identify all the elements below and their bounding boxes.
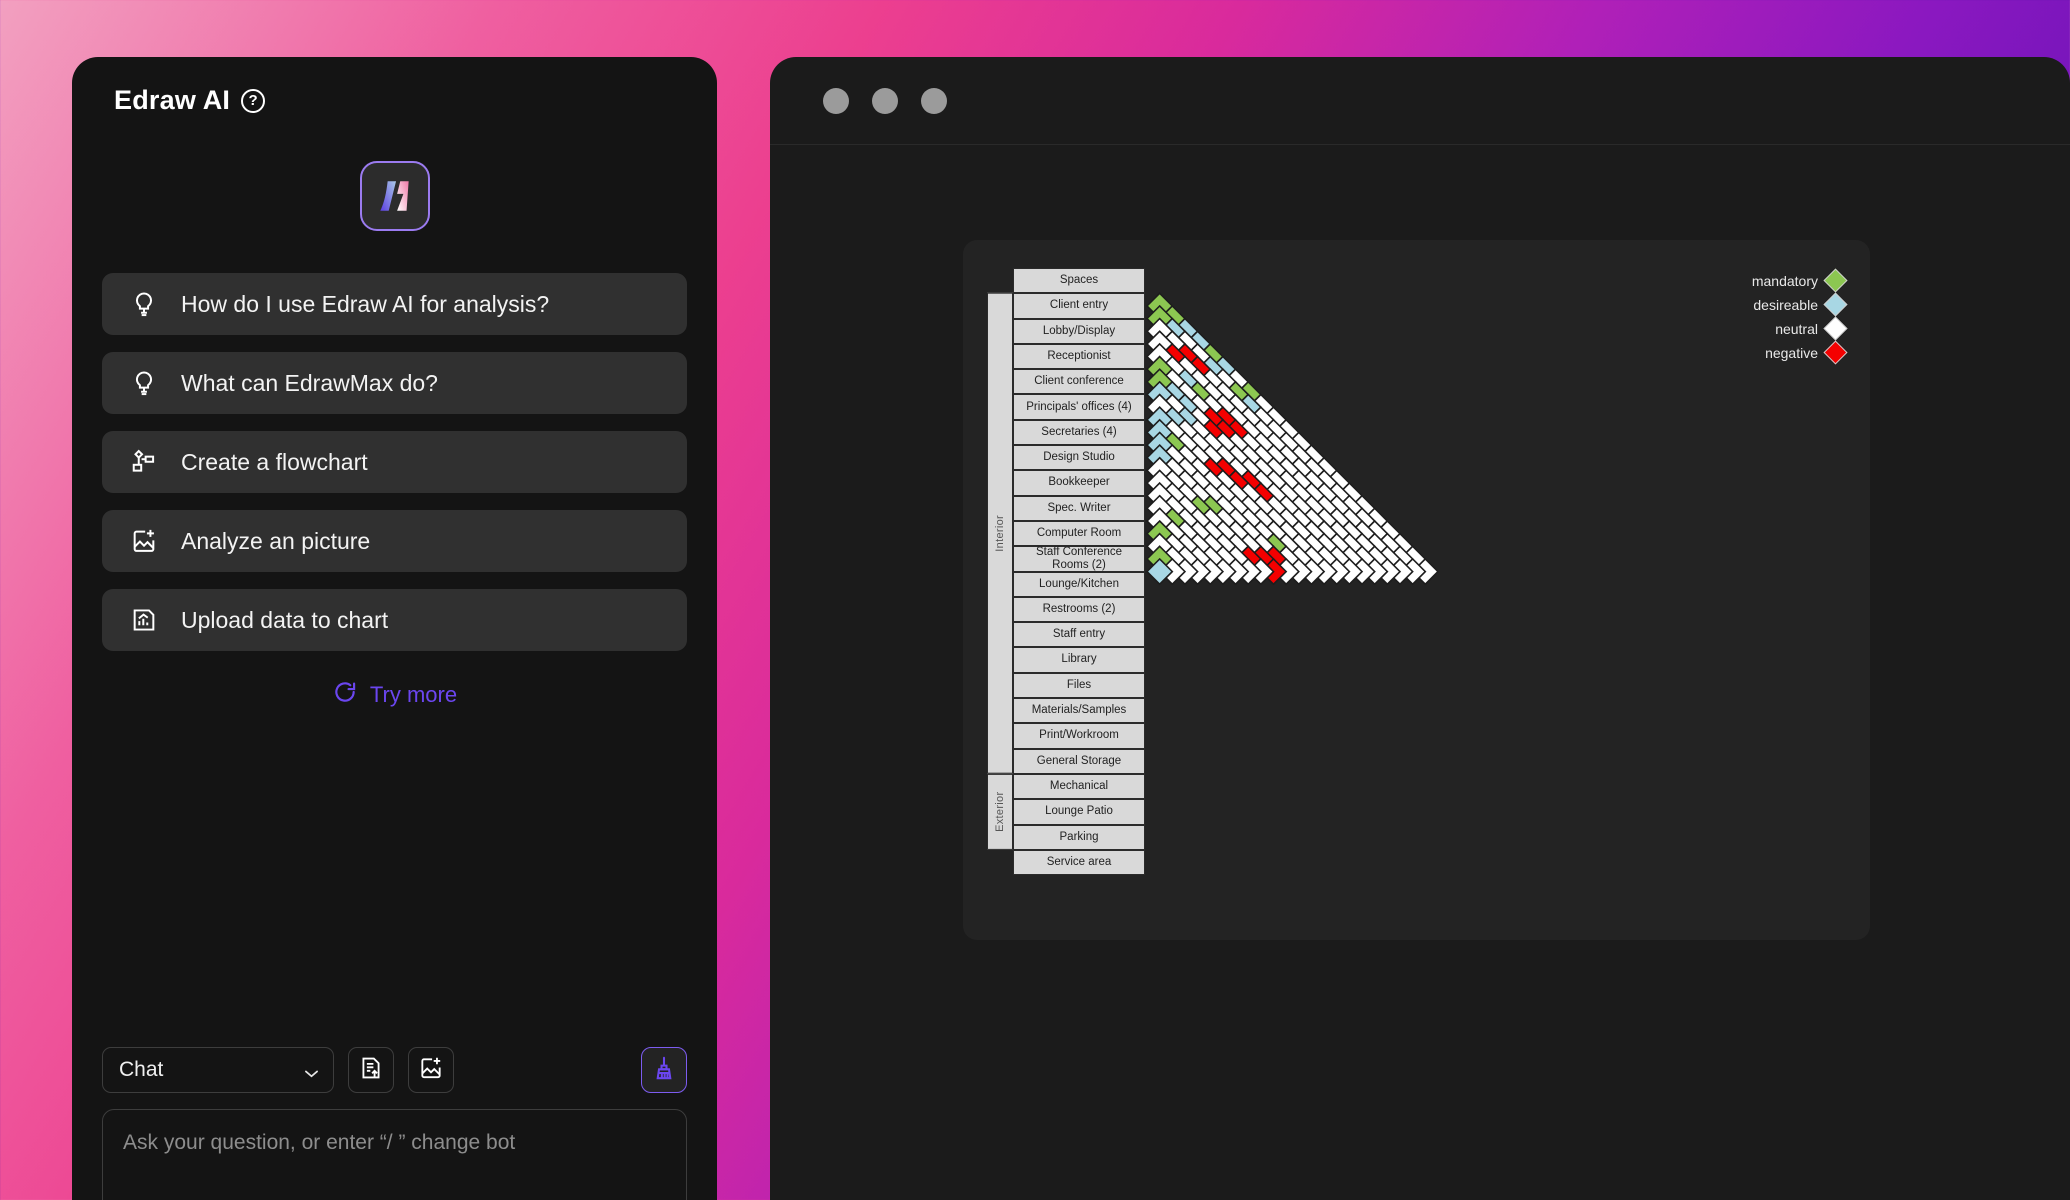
legend: mandatory desireable neutral negative (1751, 268, 1848, 365)
legend-swatch (1823, 340, 1848, 365)
legend-swatch (1823, 268, 1848, 293)
legend-item-neutral: neutral (1752, 316, 1848, 341)
composer-toolbar: Chat (102, 1047, 687, 1093)
row-label: Lobby/Display (1013, 318, 1145, 344)
legend-label: desireable (1753, 296, 1818, 313)
suggestion-label: Upload data to chart (181, 606, 389, 633)
row-label: Lounge Patio (1013, 799, 1145, 825)
chevron-down-icon (304, 1066, 319, 1078)
page-title: Edraw AI (114, 85, 231, 115)
clear-chat-button[interactable] (641, 1047, 687, 1093)
row-label: Restrooms (2) (1013, 596, 1145, 623)
row-label: Design Studio (1013, 445, 1145, 471)
lightbulb-icon (129, 368, 159, 398)
refresh-icon (332, 679, 358, 710)
suggestion-edrawmax[interactable]: What can EdrawMax do? (102, 352, 687, 414)
row-label: Files (1013, 672, 1145, 699)
chat-header: Edraw AI ? (72, 57, 717, 116)
matrix-header-label: Spaces (1013, 268, 1145, 294)
suggestion-label: What can EdrawMax do? (181, 369, 438, 396)
row-label: Client entry (1013, 293, 1145, 319)
edraw-ai-logo-glyph (379, 181, 409, 211)
legend-item-negative: negative (1752, 340, 1848, 365)
flowchart-icon (129, 447, 159, 477)
row-label: Print/Workroom (1013, 723, 1145, 749)
diamond-matrix-svg (1145, 292, 1440, 586)
image-add-icon (129, 526, 159, 556)
group-header-spacer (987, 268, 1013, 293)
legend-label: negative (1765, 344, 1818, 361)
relationship-matrix: Interior Exterior Spaces Client entry Lobby… (987, 268, 1737, 880)
row-label: Principals' offices (4) (1013, 394, 1145, 420)
row-label: Lounge/Kitchen (1013, 571, 1145, 597)
image-upload-icon (418, 1055, 444, 1086)
legend-item-desireable: desireable (1752, 292, 1848, 317)
legend-swatch (1823, 292, 1848, 317)
document-upload-icon (358, 1055, 384, 1086)
suggestion-analyze-picture[interactable]: Analyze an picture (102, 510, 687, 572)
row-label: Spec. Writer (1013, 495, 1145, 521)
group-label-exterior: Exterior (987, 773, 1013, 850)
row-label: Service area (1013, 849, 1145, 876)
row-label: Receptionist (1013, 343, 1145, 370)
window-dot-3[interactable] (921, 87, 947, 114)
diamond-grid (1145, 268, 1737, 880)
group-column: Interior Exterior (987, 268, 1013, 880)
try-more-button[interactable]: Try more (72, 679, 717, 710)
mode-select[interactable]: Chat (102, 1047, 334, 1093)
broom-icon (651, 1055, 677, 1086)
window-titlebar (770, 57, 2070, 145)
legend-item-mandatory: mandatory (1751, 268, 1848, 293)
image-upload-button[interactable] (408, 1047, 454, 1093)
chat-input-placeholder: Ask your question, or enter “/ ” change … (123, 1131, 516, 1154)
row-label: Library (1013, 647, 1145, 673)
mode-select-value: Chat (119, 1058, 164, 1081)
window-dot-1[interactable] (823, 87, 849, 114)
suggestion-label: How do I use Edraw AI for analysis? (181, 290, 550, 317)
chart-upload-icon (129, 605, 159, 635)
suggestion-list: How do I use Edraw AI for analysis? What… (102, 273, 687, 651)
row-label: Secretaries (4) (1013, 419, 1145, 446)
suggestion-analysis[interactable]: How do I use Edraw AI for analysis? (102, 273, 687, 335)
row-label: Parking (1013, 824, 1145, 850)
try-more-label: Try more (369, 681, 458, 707)
suggestion-label: Analyze an picture (181, 527, 371, 554)
diagram-canvas[interactable]: mandatory desireable neutral negative Inter… (963, 240, 1870, 940)
suggestion-flowchart[interactable]: Create a flowchart (102, 431, 687, 493)
question-circle-icon[interactable]: ? (241, 88, 266, 113)
row-label: General Storage (1013, 748, 1145, 774)
row-label: Staff entry (1013, 622, 1145, 648)
suggestion-label: Create a flowchart (181, 448, 368, 475)
row-label-column: Spaces Client entry Lobby/Display Reception… (1013, 268, 1145, 880)
window-dot-2[interactable] (872, 87, 898, 114)
legend-swatch (1823, 316, 1848, 341)
suggestion-upload-chart[interactable]: Upload data to chart (102, 589, 687, 651)
row-label: Materials/Samples (1013, 698, 1145, 724)
edraw-ai-logo (359, 161, 430, 231)
row-label: Staff Conference Rooms (2) (1013, 546, 1145, 572)
row-label: Mechanical (1013, 773, 1145, 800)
group-label-interior: Interior (987, 293, 1013, 774)
document-upload-button[interactable] (348, 1047, 394, 1093)
row-label: Computer Room (1013, 520, 1145, 547)
chat-input[interactable]: Ask your question, or enter “/ ” change … (102, 1109, 687, 1200)
diagram-app-window: mandatory desireable neutral negative Inter… (770, 57, 2070, 1200)
row-label: Bookkeeper (1013, 470, 1145, 496)
row-label: Client conference (1013, 369, 1145, 395)
legend-label: mandatory (1751, 272, 1818, 289)
chat-composer: Chat Ask your question, or enter “/ ” ch… (102, 1047, 687, 1200)
legend-label: neutral (1775, 320, 1818, 337)
edraw-ai-chat-panel: Edraw AI ? How do I use Edraw AI for ana… (72, 57, 717, 1200)
lightbulb-icon (129, 289, 159, 319)
